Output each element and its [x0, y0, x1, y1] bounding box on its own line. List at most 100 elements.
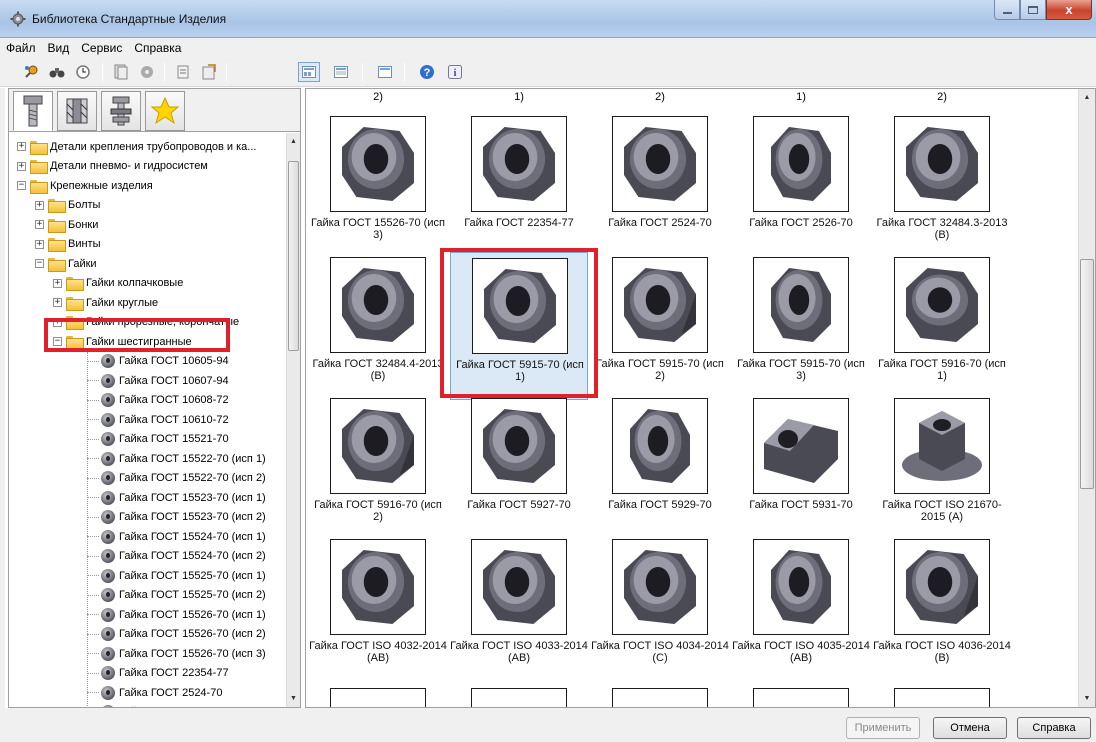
- tree-item[interactable]: Гайка ГОСТ 15521-70: [87, 430, 229, 449]
- grid-item[interactable]: Гайка ГОСТ ISO 4034-2014 (С): [591, 534, 729, 682]
- tree-item[interactable]: Гайка ГОСТ 15526-70 (исп 1): [87, 605, 266, 624]
- expand-icon[interactable]: +: [17, 161, 26, 171]
- grid-item[interactable]: Гайка ГОСТ 22354-77: [450, 111, 588, 259]
- tree-item[interactable]: Гайка ГОСТ 15523-70 (исп 2): [87, 508, 266, 527]
- nut-thumbnail-icon[interactable]: [753, 688, 849, 707]
- grid-item[interactable]: Гайка ГОСТ ISO 4036-2014 (В): [873, 534, 1011, 682]
- grid-item[interactable]: Гайка ГОСТ 5915-70 (исп 2): [591, 252, 729, 400]
- help-button[interactable]: ?: [416, 62, 438, 82]
- tab-parts[interactable]: [57, 91, 97, 131]
- tree-folder[interactable]: + Гайки круглые: [53, 293, 158, 312]
- grid-item[interactable]: Гайка ГОСТ 5929-70: [591, 393, 729, 541]
- close-button[interactable]: x: [1046, 0, 1092, 20]
- grid-item[interactable]: Гайка ГОСТ 2524-70: [591, 111, 729, 259]
- expand-icon[interactable]: +: [53, 298, 62, 307]
- expand-icon[interactable]: +: [35, 239, 44, 249]
- grid-scrollbar[interactable]: ▲ ▼: [1078, 89, 1095, 707]
- grid-item[interactable]: Гайка ГОСТ ISO 4032-2014 (АВ): [309, 534, 447, 682]
- tree-item[interactable]: Гайка ГОСТ 15525-70 (исп 1): [87, 566, 266, 585]
- tree-scrollbar[interactable]: ▲ ▼: [286, 133, 300, 707]
- tree-item[interactable]: Гайка ГОСТ 2524-70: [87, 683, 222, 702]
- tree-folder[interactable]: − Гайки: [35, 254, 97, 273]
- tree-folder[interactable]: − Крепежные изделия: [17, 176, 153, 195]
- tree-item[interactable]: Гайка ГОСТ 15522-70 (исп 1): [87, 449, 266, 468]
- apply-button[interactable]: Применить: [846, 717, 920, 739]
- nut-thumbnail-icon[interactable]: [894, 688, 990, 707]
- tree-item-label: Гайка ГОСТ 10605-94: [119, 355, 229, 367]
- grid-item[interactable]: Гайка ГОСТ 15526-70 (исп 3): [309, 111, 447, 259]
- tree-item[interactable]: Гайка ГОСТ 10605-94: [87, 352, 229, 371]
- nut-thumbnail-icon[interactable]: [471, 688, 567, 707]
- tree-item[interactable]: Гайка ГОСТ 15526-70 (исп 3): [87, 644, 266, 663]
- nut-icon: [101, 588, 115, 602]
- tab-bolts[interactable]: [13, 91, 53, 131]
- expand-icon[interactable]: +: [35, 220, 44, 229]
- collapse-icon[interactable]: −: [17, 181, 26, 190]
- properties-icon: [177, 65, 189, 79]
- expand-icon[interactable]: +: [17, 142, 26, 151]
- tree-item[interactable]: Гайка ГОСТ 15526-70 (исп 2): [87, 625, 266, 644]
- tree-item[interactable]: Гайка ГОСТ 15524-70 (исп 1): [87, 527, 266, 546]
- info-button[interactable]: i: [444, 62, 466, 82]
- grid-scroll-thumb[interactable]: [1080, 259, 1094, 489]
- tree-item[interactable]: Гайка ГОСТ 15523-70 (исп 1): [87, 488, 266, 507]
- menu-file[interactable]: Файл: [0, 41, 42, 55]
- grid-item[interactable]: Гайка ГОСТ 5916-70 (исп 1): [873, 252, 1011, 400]
- history-button[interactable]: [72, 62, 94, 82]
- tree-folder[interactable]: + Болты: [35, 196, 100, 215]
- tree-item[interactable]: Гайка ГОСТ 10608-72: [87, 391, 229, 410]
- scroll-up-icon[interactable]: ▲: [1079, 89, 1095, 106]
- grid-item[interactable]: Гайка ГОСТ 5915-70 (исп 3): [732, 252, 870, 400]
- save-button[interactable]: [136, 62, 158, 82]
- tree-item[interactable]: Гайка ГОСТ 15525-70 (исп 2): [87, 586, 266, 605]
- scroll-down-icon[interactable]: ▼: [1079, 690, 1095, 707]
- document-button[interactable]: [110, 62, 132, 82]
- cancel-button[interactable]: Отмена: [933, 717, 1007, 739]
- grid-item[interactable]: Гайка ГОСТ ISO 4033-2014 (АВ): [450, 534, 588, 682]
- grid-item[interactable]: Гайка ГОСТ 5916-70 (исп 2): [309, 393, 447, 541]
- tree-item[interactable]: Гайка ГОСТ 15522-70 (исп 2): [87, 469, 266, 488]
- expand-icon[interactable]: +: [35, 200, 44, 210]
- tree-scroll-thumb[interactable]: [288, 161, 299, 351]
- tree-item[interactable]: Гайка ГОСТ 10610-72: [87, 410, 229, 429]
- pin-icon: [25, 65, 38, 78]
- large-icons-view-button[interactable]: [298, 62, 320, 82]
- grid-item[interactable]: Гайка ГОСТ ISO 21670-2015 (А): [873, 393, 1011, 541]
- pin-button[interactable]: [20, 62, 42, 82]
- menu-view[interactable]: Вид: [42, 41, 76, 55]
- tree-item[interactable]: Гайка ГОСТ 10607-94: [87, 371, 229, 390]
- tree-folder[interactable]: + Гайки колпачковые: [53, 274, 183, 293]
- collapse-icon[interactable]: −: [35, 259, 44, 268]
- menu-service[interactable]: Сервис: [75, 41, 128, 55]
- nut-thumbnail-icon[interactable]: [612, 688, 708, 707]
- grid-item[interactable]: Гайка ГОСТ 32484.4-2013 (В): [309, 252, 447, 400]
- grid-item[interactable]: Гайка ГОСТ 5927-70: [450, 393, 588, 541]
- scroll-up-icon[interactable]: ▲: [287, 133, 300, 150]
- tree-item[interactable]: Гайка ГОСТ 15524-70 (исп 2): [87, 547, 266, 566]
- help-dialog-button[interactable]: Справка: [1017, 717, 1091, 739]
- tree-item[interactable]: Гайка ГОСТ 22354-77: [87, 664, 229, 683]
- properties-button[interactable]: [172, 62, 194, 82]
- grid-item[interactable]: Гайка ГОСТ 5931-70: [732, 393, 870, 541]
- tree-folder[interactable]: + Детали крепления трубопроводов и ка...: [17, 137, 256, 156]
- tree-folder[interactable]: + Детали пневмо- и гидросистем: [17, 157, 208, 176]
- menu-help[interactable]: Справка: [128, 41, 187, 55]
- maximize-button[interactable]: [1020, 0, 1046, 20]
- list-view-button[interactable]: [374, 62, 396, 82]
- tab-favorites[interactable]: [145, 91, 185, 131]
- export-button[interactable]: [198, 62, 220, 82]
- expand-icon[interactable]: +: [53, 278, 62, 288]
- tab-connections[interactable]: [101, 91, 141, 131]
- details-view-button[interactable]: [330, 62, 352, 82]
- grid-item[interactable]: Гайка ГОСТ 32484.3-2013 (В): [873, 111, 1011, 259]
- scroll-down-icon[interactable]: ▼: [287, 690, 300, 707]
- search-button[interactable]: [46, 62, 68, 82]
- nut-thumbnail-icon[interactable]: [330, 688, 426, 707]
- minimize-button[interactable]: [994, 0, 1020, 20]
- grid-item[interactable]: Гайка ГОСТ ISO 4035-2014 (АВ): [732, 534, 870, 682]
- grid-item[interactable]: Гайка ГОСТ 2526-70: [732, 111, 870, 259]
- tree-folder[interactable]: + Винты: [35, 235, 101, 254]
- menu-bar: Файл Вид Сервис Справка: [0, 38, 1096, 57]
- tree-item[interactable]: Гайка ГОСТ 2526-70: [87, 703, 222, 707]
- tree-folder[interactable]: + Бонки: [35, 215, 98, 234]
